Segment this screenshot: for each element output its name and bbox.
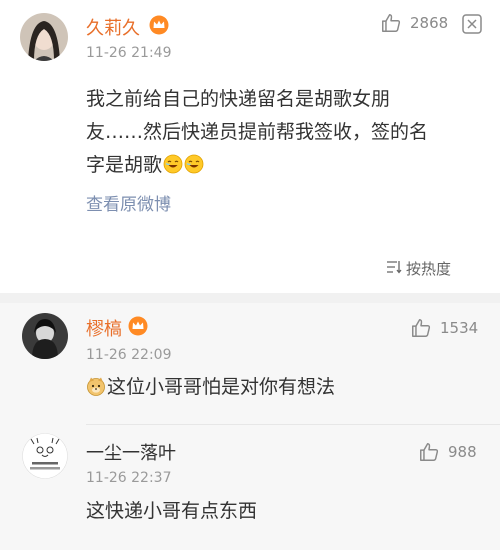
post-text: 我之前给自己的快递留名是胡歌女朋 友……然后快递员提前帮我签收，签的名 字是胡歌 bbox=[86, 83, 486, 182]
like-button[interactable]: 1534 bbox=[410, 317, 478, 339]
like-count: 988 bbox=[448, 443, 477, 461]
like-button[interactable]: 988 bbox=[418, 441, 477, 463]
like-count: 1534 bbox=[440, 319, 479, 337]
sort-icon bbox=[386, 260, 406, 278]
comment-timestamp: 11-26 22:37 bbox=[86, 470, 172, 486]
comment-username[interactable]: 樛槁 bbox=[86, 315, 122, 341]
post-text-line: 我之前给自己的快递留名是胡歌女朋 bbox=[86, 88, 391, 110]
like-count: 2868 bbox=[410, 14, 449, 32]
close-icon[interactable] bbox=[462, 14, 482, 38]
post-text-line: 友……然后快递员提前帮我签收，签的名 bbox=[86, 121, 429, 143]
comment-timestamp: 11-26 22:09 bbox=[86, 347, 172, 363]
main-post: 久莉久 11-26 21:49 2868 我之前给自己的快递留名是胡歌女朋 友…… bbox=[0, 0, 500, 293]
comment-text: 这快递小哥有点东西 bbox=[86, 500, 258, 522]
crown-badge-icon bbox=[149, 15, 169, 39]
view-original-link[interactable]: 查看原微博 bbox=[86, 190, 171, 215]
post-text-fragment: 字是胡歌 bbox=[86, 154, 163, 176]
comment-list: 樛槁 11-26 22:09 1534 这位小哥哥怕是对你有想法 一尘一落叶 1… bbox=[0, 303, 500, 550]
comment-username[interactable]: 一尘一落叶 bbox=[86, 439, 176, 465]
sort-by-hot-button[interactable]: 按热度 bbox=[386, 258, 451, 279]
avatar[interactable] bbox=[20, 13, 68, 61]
post-text-line-last: 字是胡歌 bbox=[86, 149, 486, 182]
thumbs-up-icon bbox=[380, 12, 402, 34]
comment-text: 这位小哥哥怕是对你有想法 bbox=[86, 371, 486, 404]
avatar[interactable] bbox=[22, 313, 68, 359]
sort-label: 按热度 bbox=[406, 260, 452, 278]
thumbs-up-icon bbox=[410, 317, 432, 339]
comment-text-content: 这位小哥哥怕是对你有想法 bbox=[107, 376, 336, 398]
post-timestamp: 11-26 21:49 bbox=[86, 45, 172, 61]
laughing-emoji-icon bbox=[163, 152, 183, 174]
like-button[interactable]: 2868 bbox=[380, 12, 448, 34]
thumbs-up-icon bbox=[418, 441, 440, 463]
crown-badge-icon bbox=[128, 316, 148, 340]
avatar[interactable] bbox=[22, 433, 68, 479]
comment-divider bbox=[86, 424, 500, 425]
post-username[interactable]: 久莉久 bbox=[86, 14, 140, 40]
doge-emoji-icon bbox=[86, 374, 106, 396]
section-divider bbox=[0, 293, 500, 303]
laughing-emoji-icon bbox=[184, 152, 204, 174]
